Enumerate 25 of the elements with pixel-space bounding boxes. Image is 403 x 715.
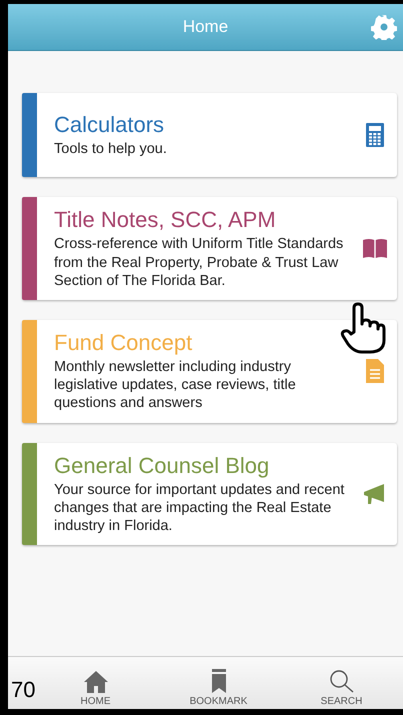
- home-icon: [84, 671, 108, 693]
- search-icon: [328, 669, 354, 693]
- card-title: Title Notes, SCC, APM: [54, 207, 277, 234]
- bookmark-icon: [212, 669, 226, 693]
- card-description: Cross-reference with Uniform Title Standards from the Real Property, Probate & Trust Law Section of The Florida Bar.: [54, 235, 344, 290]
- card-title: General Counsel Blog: [54, 452, 270, 479]
- card-description: Monthly newsletter including industry legislative updates, case reviews, title questions and answers: [54, 358, 297, 413]
- menu-card[interactable]: Fund Concept Monthly newsletter including industry legislative updates, case reviews, title questions and answers: [22, 320, 397, 423]
- card-title: Calculators: [54, 112, 166, 138]
- tab-button[interactable]: SEARCH: [280, 669, 403, 709]
- calculator-icon: [366, 123, 384, 147]
- tab-button[interactable]: HOME: [34, 671, 157, 709]
- hand-cursor-icon: [340, 302, 386, 354]
- page-number: 70: [11, 677, 36, 703]
- card-description: Your source for important updates and recent changes that are impacting the Real Estate industry in Florida.: [54, 480, 346, 536]
- card-description: Tools to help you.: [54, 140, 168, 158]
- open-book-icon: [363, 238, 387, 258]
- document-icon: [366, 359, 384, 384]
- menu-card[interactable]: Calculators Tools to help you.: [22, 93, 397, 177]
- tab-button[interactable]: BOOKMARK: [157, 669, 280, 709]
- menu-card[interactable]: General Counsel Blog Your source for important updates and recent changes that are impacting the Real Estate industry in Florida.: [22, 442, 397, 546]
- settings-icon[interactable]: [371, 14, 397, 40]
- menu-card[interactable]: Title Notes, SCC, APM Cross-reference with Uniform Title Standards from the Real Property, Probate & Trust Law Section of The Florida Bar.: [22, 197, 397, 300]
- card-title: Fund Concept: [54, 330, 194, 356]
- page-title: Home: [182, 17, 228, 37]
